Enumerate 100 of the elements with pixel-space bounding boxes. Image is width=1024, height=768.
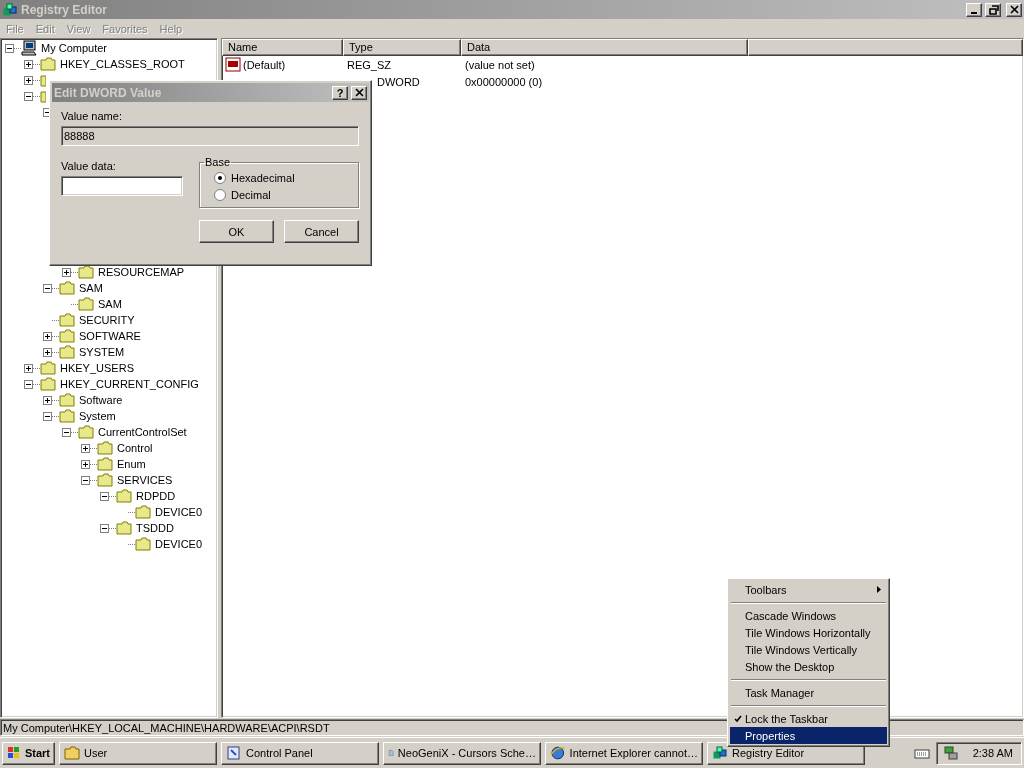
collapse-toggle-icon[interactable] [81,475,90,485]
collapse-toggle-icon[interactable] [43,283,52,293]
tree-item[interactable]: CurrentControlSet [96,426,189,438]
expand-toggle-icon[interactable] [81,443,90,453]
tree-item[interactable]: DEVICE0 [153,538,205,550]
menu-item[interactable]: Toolbars [730,581,887,598]
value-name-field[interactable]: 88888 [61,126,359,146]
column-header[interactable]: Type [343,39,461,56]
folder-icon [97,441,113,455]
tree-item[interactable]: SECURITY [77,314,137,326]
network-icon[interactable] [942,745,959,761]
value-data: (value not set) [465,58,535,71]
value-data-field[interactable] [61,176,183,196]
folder-icon [59,409,75,423]
tree-item[interactable]: SAM [77,282,105,294]
menu-item[interactable]: Properties [730,727,887,744]
folder-icon [40,73,46,87]
expand-toggle-icon[interactable] [24,59,33,69]
menu-item[interactable]: Tile Windows Vertically [730,641,887,658]
collapse-toggle-icon[interactable] [62,427,71,437]
collapse-toggle-icon[interactable] [24,379,33,389]
minimize-icon [971,11,977,14]
radio-label: Hexadecimal [231,172,295,184]
dialog-button[interactable]: OK [199,220,274,243]
column-header[interactable]: Data [461,39,748,56]
collapse-toggle-icon[interactable] [100,491,109,501]
folder-icon [78,297,94,311]
taskbar-button[interactable]: User [59,741,217,765]
folder-icon [59,281,75,295]
taskbar-button[interactable]: NeoGeniX - Cursors Sche… [383,741,541,765]
keyboard-icon[interactable] [913,747,930,759]
close-button[interactable] [351,85,367,100]
close-button[interactable] [1006,2,1022,17]
expand-toggle-icon[interactable] [62,267,71,277]
folder-icon [116,521,132,535]
registry-icon [712,745,728,761]
menu-item[interactable]: Tile Windows Horizontally [730,624,887,641]
folder-icon [40,377,56,391]
folder-icon [59,329,75,343]
expand-toggle-icon[interactable] [43,331,52,341]
collapse-toggle-icon[interactable] [24,91,33,101]
group-label: Base [204,156,232,168]
dialog-title: Edit DWORD Value [54,85,163,100]
menu-item[interactable]: Lock the Taskbar [730,710,887,727]
folder-icon [78,265,94,279]
check-icon [734,714,742,723]
tree-item[interactable]: Enum [115,458,148,470]
folder-icon [135,505,151,519]
tree-item[interactable]: Software [77,394,125,406]
value-name: (Default) [243,58,286,71]
folder-icon [40,57,56,71]
help-button[interactable]: ? [332,85,348,100]
folder-icon [64,746,80,760]
tree-item[interactable]: HKEY_CLASSES_ROOT [58,58,187,70]
menu-item[interactable]: Show the Desktop [730,658,887,675]
tree-item[interactable]: HKEY_CURRENT_CONFIG [58,378,201,390]
tree-item[interactable]: SERVICES [115,474,175,486]
collapse-toggle-icon[interactable] [5,43,14,53]
tree-item[interactable]: SOFTWARE [77,330,143,342]
tree-item[interactable]: RESOURCEMAP [96,266,187,278]
menu-item[interactable]: Task Manager [730,684,887,701]
registry-icon [2,1,18,18]
folder-icon [97,473,113,487]
expand-toggle-icon[interactable] [24,363,33,373]
tree-item[interactable]: System [77,410,118,422]
folder-icon [40,89,46,103]
tree-item[interactable]: TSDDD [134,522,176,534]
column-header[interactable]: Name [222,39,343,56]
folder-icon [40,361,56,375]
control-panel-icon [226,745,242,761]
collapse-toggle-icon[interactable] [100,523,109,533]
tree-item[interactable]: Control [115,442,155,454]
tree-item[interactable]: My Computer [39,42,110,54]
expand-toggle-icon[interactable] [24,75,33,85]
radio-button[interactable] [214,172,226,184]
expand-toggle-icon[interactable] [43,347,52,357]
field-label: Value data: [61,160,117,172]
minimize-button[interactable] [966,2,982,17]
tree-item[interactable]: SYSTEM [77,346,127,358]
expand-toggle-icon[interactable] [43,395,52,405]
taskbar-button[interactable]: Internet Explorer cannot… [545,741,703,765]
tree-item[interactable]: RDPDD [134,490,178,502]
expand-toggle-icon[interactable] [81,459,90,469]
menu-item[interactable]: Cascade Windows [730,607,887,624]
field-label: Value name: [61,110,123,122]
collapse-toggle-icon[interactable] [43,411,52,421]
restore-button[interactable] [985,2,1001,17]
radio-button[interactable] [214,189,226,201]
tree-item[interactable]: SAM [96,298,124,310]
taskbar-button[interactable]: Control Panel [221,741,379,765]
windows-logo-icon [7,746,21,760]
radio-label: Decimal [231,189,271,201]
dialog-button[interactable]: Cancel [284,220,359,243]
column-header[interactable] [748,39,1023,56]
tree-item[interactable]: HKEY_USERS [58,362,136,374]
value-type: DWORD [377,75,420,88]
window-title: Registry Editor [21,2,108,17]
start-button[interactable]: Start [2,741,55,765]
clock: 2:38 AM [972,747,1013,759]
tree-item[interactable]: DEVICE0 [153,506,205,518]
